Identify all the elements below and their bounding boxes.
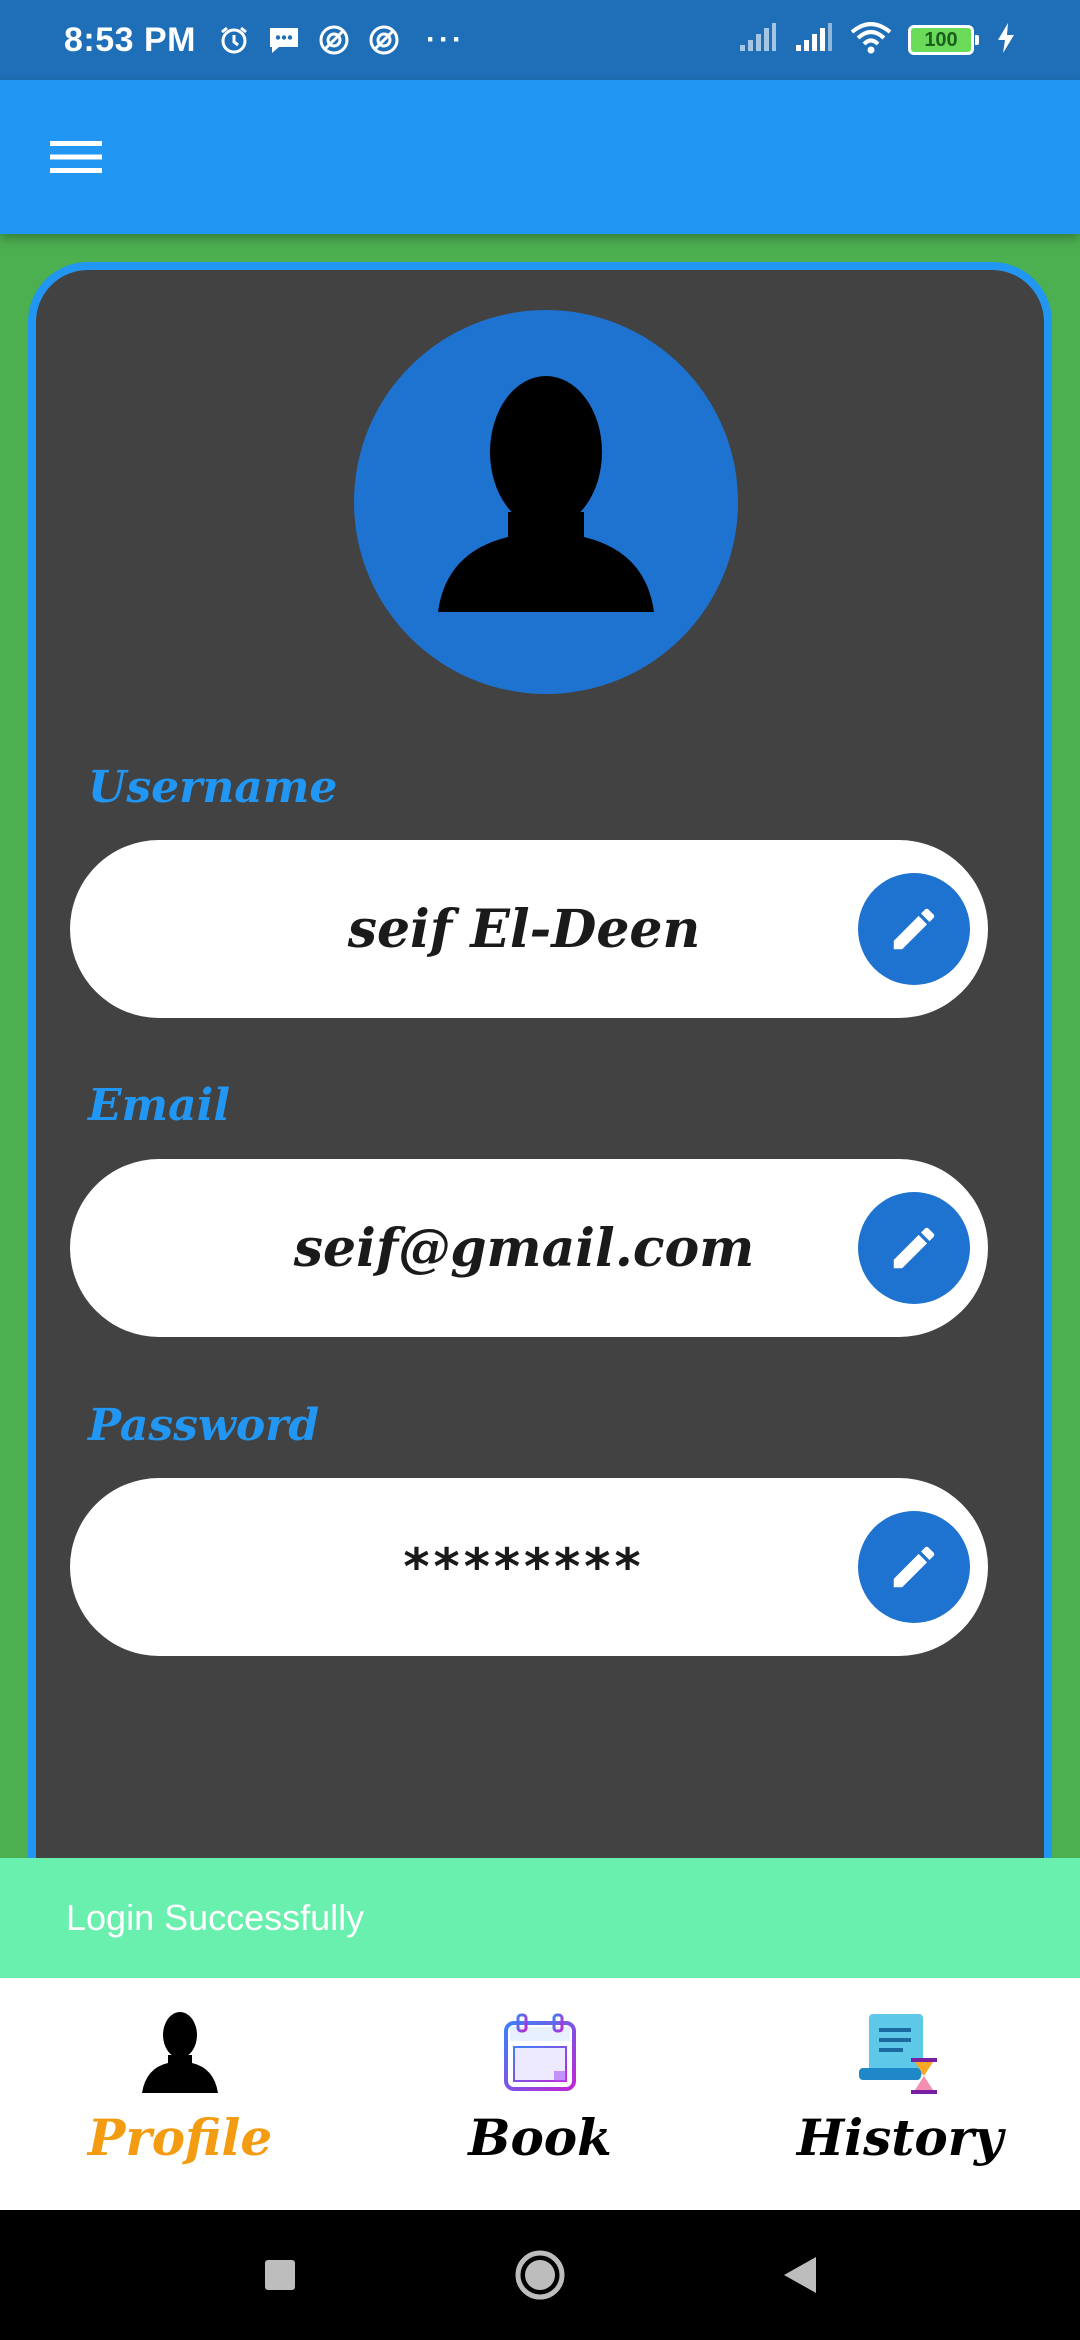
nav-label-book: Book	[468, 2108, 612, 2167]
username-value: seif El-Deen	[347, 898, 701, 960]
avatar	[354, 310, 738, 694]
email-value: seif@gmail.com	[293, 1217, 755, 1279]
history-icon	[855, 2008, 945, 2098]
menu-button[interactable]	[50, 137, 106, 177]
home-button[interactable]	[510, 2245, 570, 2305]
more-notifications-icon: ···	[426, 23, 465, 56]
nav-item-profile[interactable]: Profile	[0, 1978, 360, 2210]
person-icon	[438, 376, 654, 612]
back-icon	[784, 2257, 816, 2293]
back-button[interactable]	[770, 2245, 830, 2305]
menu-icon	[50, 141, 102, 173]
wifi-icon	[850, 21, 892, 59]
recents-icon	[265, 2260, 295, 2290]
status-time: 8:53 PM	[64, 20, 196, 59]
status-bar: 8:53 PM ··· 100	[0, 0, 1080, 80]
recents-button[interactable]	[250, 2245, 310, 2305]
notification-icons: ···	[216, 22, 465, 58]
alarm-icon	[216, 22, 252, 58]
nav-item-book[interactable]: Book	[360, 1978, 720, 2210]
password-label: Password	[88, 1400, 320, 1451]
signal-icon	[738, 22, 778, 58]
bottom-nav: Profile Book History	[0, 1978, 1080, 2210]
nav-item-history[interactable]: History	[720, 1978, 1080, 2210]
pencil-icon	[893, 1546, 935, 1588]
home-icon	[515, 2250, 565, 2300]
edit-username-button[interactable]	[858, 873, 970, 985]
nav-label-profile: Profile	[87, 2108, 273, 2167]
snackbar: Login Successfully	[0, 1858, 1080, 1978]
username-label: Username	[88, 762, 338, 813]
password-field[interactable]: ********	[70, 1478, 988, 1656]
password-value: ********	[403, 1538, 645, 1596]
profile-screen: 8:53 PM ··· 100 Username seif El-Deen Em…	[0, 0, 1080, 2340]
signal-icon	[794, 22, 834, 58]
battery-icon: 100	[908, 25, 979, 55]
sync-icon	[366, 22, 402, 58]
pencil-icon	[893, 908, 935, 950]
username-field[interactable]: seif El-Deen	[70, 840, 988, 1018]
sync-icon	[316, 22, 352, 58]
pencil-icon	[893, 1227, 935, 1269]
email-field[interactable]: seif@gmail.com	[70, 1159, 988, 1337]
calendar-icon	[495, 2008, 585, 2098]
snackbar-message: Login Successfully	[66, 1897, 365, 1938]
nav-label-history: History	[796, 2108, 1004, 2167]
email-label: Email	[88, 1080, 231, 1131]
message-icon	[266, 22, 302, 58]
charging-icon	[996, 22, 1016, 58]
edit-password-button[interactable]	[858, 1511, 970, 1623]
system-nav-bar	[0, 2210, 1080, 2340]
app-bar	[0, 80, 1080, 234]
system-status-icons: 100	[738, 21, 1016, 59]
person-icon	[135, 2008, 225, 2098]
edit-email-button[interactable]	[858, 1192, 970, 1304]
